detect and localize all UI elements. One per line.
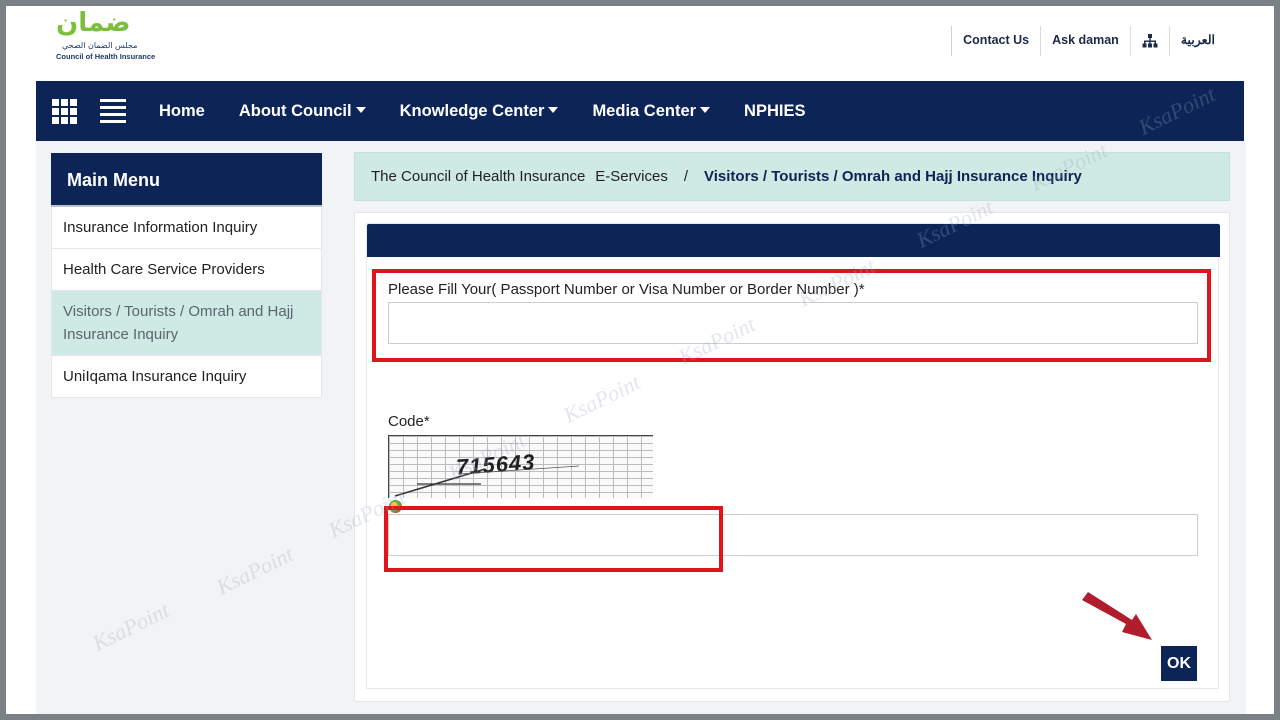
- council-logo[interactable]: ضمان مجلس الضمان الصحي Council of Health…: [56, 8, 166, 66]
- ok-button[interactable]: OK: [1161, 646, 1197, 681]
- nav-media-center[interactable]: Media Center: [592, 102, 711, 121]
- top-links: Contact Us Ask daman العربية: [951, 26, 1226, 56]
- sidebar-item-health-care-providers[interactable]: Health Care Service Providers: [51, 249, 322, 291]
- logo-arabic-subtitle: مجلس الضمان الصحي: [62, 41, 138, 50]
- caret-down-icon: [355, 107, 366, 113]
- nav-home[interactable]: Home: [159, 102, 205, 121]
- contact-us-link[interactable]: Contact Us: [951, 26, 1040, 56]
- code-highlight-box: [384, 506, 723, 572]
- breadcrumb-current: Visitors / Tourists / Omrah and Hajj Ins…: [704, 168, 1082, 185]
- nav-nphies[interactable]: NPHIES: [744, 102, 805, 121]
- pointer-arrow-icon: [1082, 592, 1152, 640]
- breadcrumb-home[interactable]: The Council of Health Insurance: [371, 168, 585, 185]
- code-field-label: Code*: [388, 413, 430, 430]
- logo-arabic-wordmark: ضمان: [56, 8, 132, 38]
- caret-down-icon: [548, 107, 559, 113]
- menu-list-icon[interactable]: [100, 99, 126, 123]
- captcha-image: 715643: [388, 435, 653, 498]
- logo-english-subtitle: Council of Health Insurance: [56, 52, 156, 61]
- sidebar-item-insurance-information[interactable]: Insurance Information Inquiry: [51, 207, 322, 249]
- breadcrumb: The Council of Health Insurance E-Servic…: [354, 152, 1230, 201]
- sitemap-icon[interactable]: [1129, 26, 1169, 56]
- arabic-language-link[interactable]: العربية: [1168, 26, 1226, 56]
- caret-down-icon: [700, 107, 711, 113]
- sidebar-title: Main Menu: [51, 153, 322, 207]
- nav-items: Home About Council Knowledge Center Medi…: [159, 102, 839, 121]
- sidebar-item-visitors-inquiry[interactable]: Visitors / Tourists / Omrah and Hajj Ins…: [51, 291, 322, 356]
- breadcrumb-section[interactable]: E-Services: [595, 168, 668, 185]
- ask-daman-link[interactable]: Ask daman: [1040, 26, 1130, 56]
- main-navbar: Home About Council Knowledge Center Medi…: [36, 81, 1244, 141]
- nav-knowledge-center[interactable]: Knowledge Center: [400, 102, 559, 121]
- sidebar: Main Menu Insurance Information Inquiry …: [51, 153, 322, 398]
- form-header-bar: [367, 224, 1220, 257]
- breadcrumb-separator: /: [683, 168, 688, 185]
- nav-about-council[interactable]: About Council: [239, 102, 366, 121]
- page: ضمان مجلس الضمان الصحي Council of Health…: [6, 6, 1274, 714]
- sidebar-item-uniiqama-inquiry[interactable]: UniIqama Insurance Inquiry: [51, 356, 322, 398]
- apps-grid-icon[interactable]: [52, 99, 78, 124]
- passport-highlight-box: [372, 269, 1211, 362]
